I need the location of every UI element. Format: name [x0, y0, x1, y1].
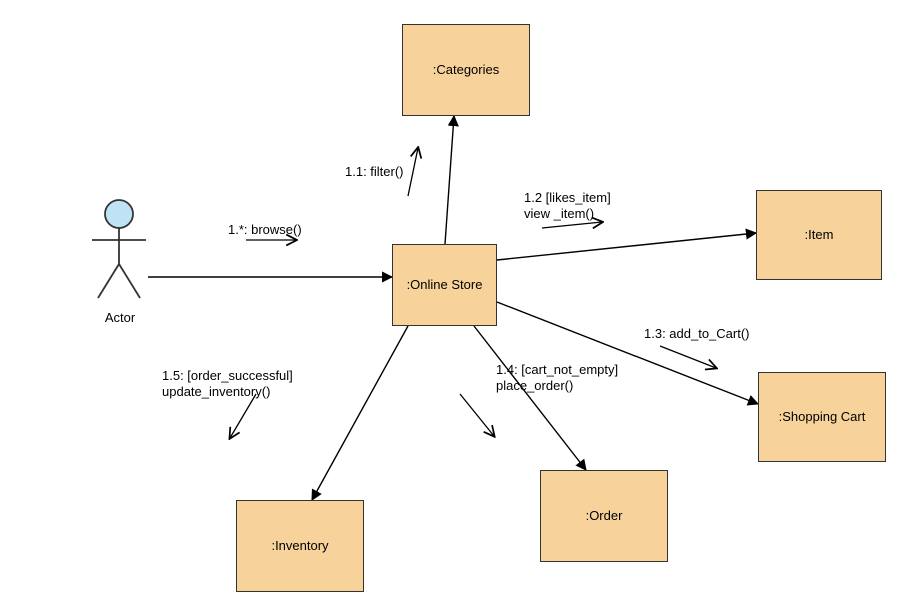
node-order: :Order: [540, 470, 668, 562]
node-inventory: :Inventory: [236, 500, 364, 592]
msg-place-order: 1.4: [cart_not_empty] place_order(): [496, 362, 618, 395]
dir-viewitem: [542, 222, 602, 228]
actor-label: Actor: [80, 310, 160, 325]
dir-addcart: [660, 346, 716, 368]
node-shopping-cart: :Shopping Cart: [758, 372, 886, 462]
node-item: :Item: [756, 190, 882, 280]
dir-order: [460, 394, 494, 436]
link-onlinestore-order: [474, 326, 586, 470]
msg-browse: 1.*: browse(): [228, 222, 302, 238]
node-categories-label: :Categories: [433, 62, 499, 78]
dir-filter: [408, 148, 418, 196]
msg-view-item: 1.2 [likes_item] view _item(): [524, 190, 611, 223]
link-onlinestore-categories: [445, 116, 454, 244]
link-onlinestore-item: [497, 233, 756, 260]
msg-update-inventory: 1.5: [order_successful] update_inventory…: [162, 368, 293, 401]
actor: [90, 198, 148, 306]
node-item-label: :Item: [805, 227, 834, 243]
node-shopping-cart-label: :Shopping Cart: [779, 409, 866, 425]
node-inventory-label: :Inventory: [271, 538, 328, 554]
dir-inv: [230, 394, 256, 438]
msg-filter: 1.1: filter(): [345, 164, 404, 180]
node-categories: :Categories: [402, 24, 530, 116]
uml-collaboration-diagram: Actor :Online Store :Categories :Item :S…: [0, 0, 920, 613]
node-order-label: :Order: [586, 508, 623, 524]
node-online-store: :Online Store: [392, 244, 497, 326]
node-online-store-label: :Online Store: [407, 277, 483, 293]
actor-glyph: [90, 198, 148, 306]
msg-add-to-cart: 1.3: add_to_Cart(): [644, 326, 750, 342]
link-onlinestore-inventory: [312, 326, 408, 500]
